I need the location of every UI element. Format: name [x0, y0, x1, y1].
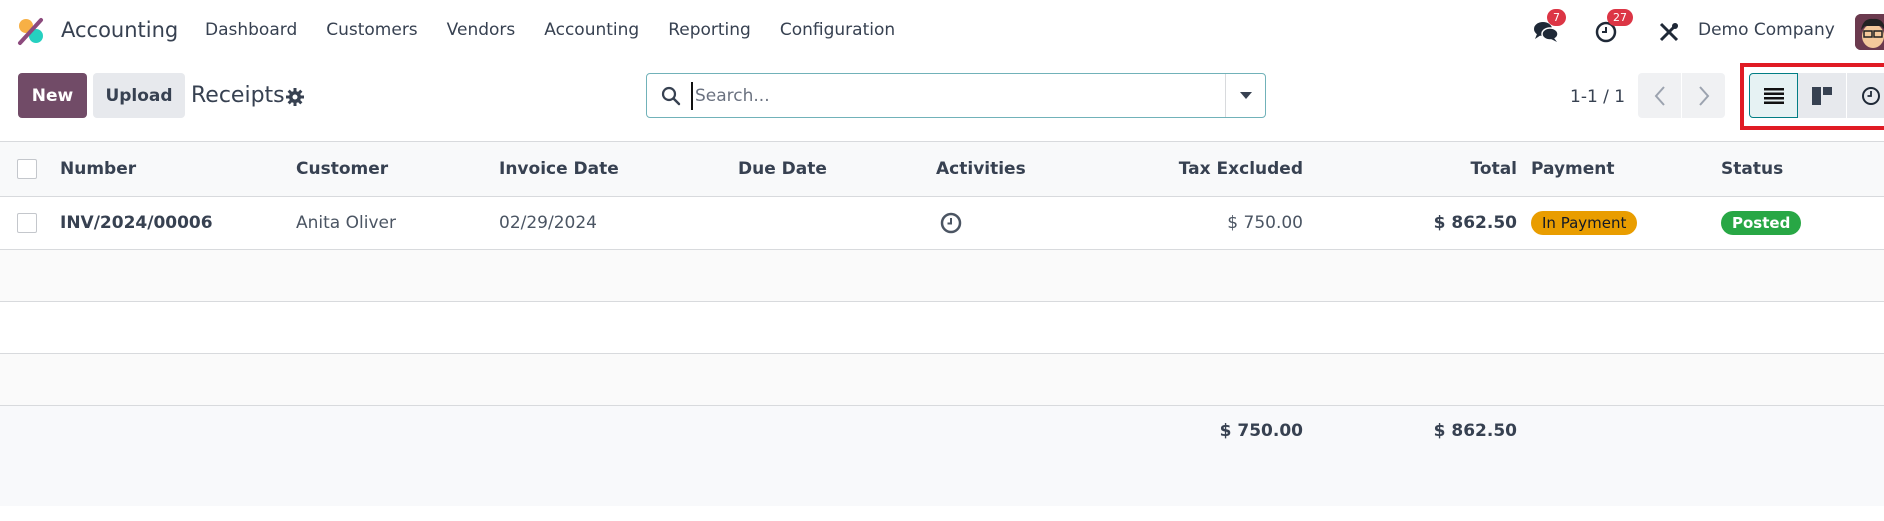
activities-button[interactable]: 27	[1591, 9, 1633, 47]
invoice-list-table: Number Customer Invoice Date Due Date Ac…	[0, 141, 1884, 506]
app-name[interactable]: Accounting	[61, 18, 178, 42]
chevron-right-icon	[1698, 85, 1709, 106]
search-input[interactable]	[691, 82, 1211, 110]
main-menu: Dashboard Customers Vendors Accounting R…	[205, 20, 924, 40]
kanban-icon	[1812, 86, 1832, 105]
view-switcher	[1749, 73, 1884, 118]
cell-status: Posted	[1721, 197, 1802, 249]
cell-customer: Anita Oliver	[296, 213, 396, 233]
clock-icon[interactable]	[940, 212, 962, 234]
top-navbar: Accounting Dashboard Customers Vendors A…	[0, 0, 1884, 62]
app-logo-icon[interactable]	[16, 16, 46, 46]
table-row[interactable]: INV/2024/00006 Anita Oliver 02/29/2024 $…	[0, 197, 1884, 250]
menu-vendors[interactable]: Vendors	[447, 20, 516, 40]
search-bar	[646, 73, 1266, 118]
activity-view-button[interactable]	[1847, 73, 1884, 118]
pager-next-button[interactable]	[1682, 73, 1725, 118]
menu-configuration[interactable]: Configuration	[780, 20, 895, 40]
search-options-toggle[interactable]	[1225, 74, 1265, 117]
chevron-left-icon	[1654, 85, 1665, 106]
payment-status-badge: In Payment	[1531, 211, 1638, 235]
column-header-due-date[interactable]: Due Date	[738, 142, 827, 196]
pager-value[interactable]: 1-1 / 1	[1570, 87, 1625, 107]
user-avatar[interactable]	[1855, 14, 1884, 50]
list-icon	[1763, 87, 1784, 104]
cell-payment: In Payment	[1531, 197, 1638, 249]
table-header: Number Customer Invoice Date Due Date Ac…	[0, 141, 1884, 197]
column-header-status[interactable]: Status	[1721, 142, 1783, 196]
avatar-icon	[1855, 14, 1884, 50]
messages-button[interactable]: 7	[1531, 9, 1566, 47]
column-header-activities[interactable]: Activities	[936, 142, 1026, 196]
search-icon	[661, 86, 681, 106]
menu-dashboard[interactable]: Dashboard	[205, 20, 297, 40]
select-all-cell	[17, 142, 37, 196]
cell-tax-excluded: $ 750.00	[1227, 213, 1303, 233]
list-view-button[interactable]	[1749, 73, 1798, 118]
empty-row	[0, 354, 1884, 406]
column-header-customer[interactable]: Customer	[296, 142, 388, 196]
cell-number: INV/2024/00006	[60, 213, 213, 233]
debug-tools-button[interactable]	[1654, 17, 1684, 47]
row-select-cell	[17, 197, 37, 249]
gear-icon[interactable]	[285, 87, 305, 107]
page-title: Receipts	[191, 83, 285, 108]
clock-icon	[1862, 86, 1880, 105]
total-tax-excluded: $ 750.00	[1219, 421, 1303, 441]
menu-accounting[interactable]: Accounting	[544, 20, 639, 40]
column-header-total[interactable]: Total	[1320, 142, 1517, 196]
caret-down-icon	[1239, 92, 1252, 99]
kanban-view-button[interactable]	[1798, 73, 1847, 118]
empty-row	[0, 250, 1884, 302]
cell-activities	[940, 197, 962, 249]
activities-badge: 27	[1607, 9, 1633, 26]
column-header-number[interactable]: Number	[60, 142, 136, 196]
total-amount: $ 862.50	[1433, 421, 1517, 441]
cell-invoice-date: 02/29/2024	[499, 213, 597, 233]
status-badge: Posted	[1721, 211, 1802, 235]
table-footer-totals: $ 750.00 $ 862.50	[0, 406, 1884, 506]
tools-icon	[1659, 22, 1679, 42]
company-switcher[interactable]: Demo Company	[1698, 20, 1835, 40]
new-button[interactable]: New	[18, 73, 87, 118]
messages-badge: 7	[1547, 9, 1566, 26]
column-header-invoice-date[interactable]: Invoice Date	[499, 142, 619, 196]
row-checkbox[interactable]	[17, 213, 37, 233]
menu-customers[interactable]: Customers	[326, 20, 417, 40]
column-header-tax-excluded[interactable]: Tax Excluded	[1100, 142, 1303, 196]
select-all-checkbox[interactable]	[17, 159, 37, 179]
menu-reporting[interactable]: Reporting	[668, 20, 751, 40]
empty-row	[0, 302, 1884, 354]
column-header-payment[interactable]: Payment	[1531, 142, 1615, 196]
upload-button[interactable]: Upload	[93, 73, 185, 118]
pager-previous-button[interactable]	[1638, 73, 1681, 118]
cell-total: $ 862.50	[1433, 213, 1517, 233]
